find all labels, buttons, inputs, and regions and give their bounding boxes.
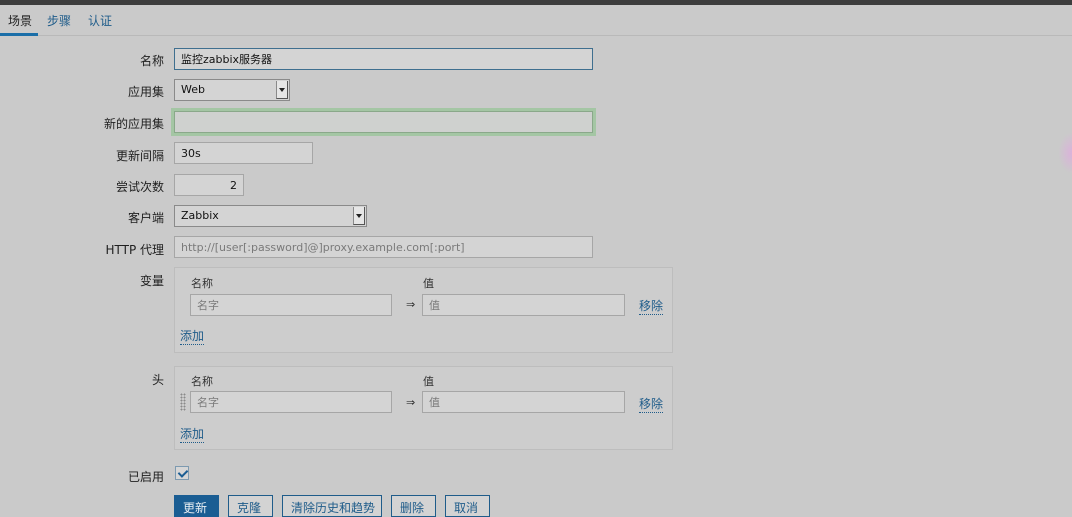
update-button[interactable]: 更新 [174, 495, 219, 517]
attempts-label: 尝试次数 [115, 180, 164, 194]
variable-add-link[interactable]: 添加 [180, 327, 205, 345]
cursor-highlight [1058, 132, 1072, 174]
header-name-input[interactable] [190, 391, 392, 413]
arrow-right-icon: ⇒ [406, 396, 416, 409]
active-tab-indicator [0, 33, 38, 36]
http-proxy-label: HTTP 代理 [105, 243, 164, 257]
variable-name-input[interactable] [190, 294, 392, 316]
clear-history-button[interactable]: 清除历史和趋势 [282, 495, 382, 517]
arrow-right-icon: ⇒ [406, 298, 416, 311]
header-remove-link[interactable]: 移除 [639, 395, 664, 413]
new-application-label: 新的应用集 [103, 117, 164, 131]
clone-button[interactable]: 克隆 [228, 495, 273, 517]
name-label: 名称 [139, 54, 164, 68]
http-proxy-input[interactable] [174, 236, 593, 258]
tab-scenario[interactable]: 场景 [8, 12, 32, 29]
headers-value-header: 值 [423, 375, 434, 388]
cancel-button[interactable]: 取消 [445, 495, 490, 517]
application-select[interactable]: Web [174, 79, 290, 101]
agent-select-value: Zabbix [181, 209, 219, 222]
header-add-link[interactable]: 添加 [180, 425, 205, 443]
tab-bar: 场景 步骤 认证 [0, 5, 1072, 36]
variables-label: 变量 [139, 274, 164, 288]
variable-value-input[interactable] [422, 294, 625, 316]
enabled-checkbox[interactable] [175, 466, 189, 480]
application-select-value: Web [181, 83, 205, 96]
variables-value-header: 值 [423, 277, 434, 290]
tab-steps[interactable]: 步骤 [47, 12, 71, 29]
update-interval-input[interactable] [174, 142, 313, 164]
enabled-label: 已启用 [127, 470, 164, 484]
application-label: 应用集 [127, 85, 164, 99]
update-interval-label: 更新间隔 [115, 149, 164, 163]
headers-label: 头 [151, 373, 164, 387]
agent-select[interactable]: Zabbix [174, 205, 367, 227]
header-value-input[interactable] [422, 391, 625, 413]
name-input[interactable] [174, 48, 593, 70]
headers-name-header: 名称 [191, 375, 213, 388]
tab-authentication[interactable]: 认证 [88, 12, 112, 29]
variable-remove-link[interactable]: 移除 [639, 297, 664, 315]
agent-label: 客户端 [127, 211, 164, 225]
variables-name-header: 名称 [191, 277, 213, 290]
chevron-down-icon [276, 81, 288, 99]
delete-button[interactable]: 删除 [391, 495, 436, 517]
new-application-input[interactable] [174, 111, 593, 133]
chevron-down-icon [353, 207, 365, 225]
attempts-input[interactable] [174, 174, 244, 196]
drag-handle-icon[interactable] [180, 393, 186, 411]
